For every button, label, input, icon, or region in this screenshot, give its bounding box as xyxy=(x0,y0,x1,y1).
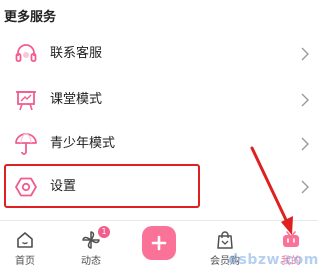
settings-highlight-box xyxy=(4,164,200,208)
chevron-right-icon xyxy=(301,180,309,194)
watermark: dsbzw.com xyxy=(228,252,319,268)
menu-item-label: 课堂模式 xyxy=(50,92,103,107)
headset-icon xyxy=(15,44,37,62)
umbrella-icon xyxy=(15,133,37,155)
tab-dynamic[interactable]: 1 动态 xyxy=(66,221,116,270)
chevron-right-icon xyxy=(301,93,309,107)
tab-label: 动态 xyxy=(81,256,101,267)
menu-item-customer-service[interactable]: 联系客服 xyxy=(0,32,318,76)
menu-item-classroom-mode[interactable]: 课堂模式 xyxy=(0,78,318,122)
home-icon xyxy=(17,232,33,248)
chevron-right-icon xyxy=(301,47,309,61)
plus-icon xyxy=(151,235,167,251)
chevron-right-icon xyxy=(301,137,309,151)
menu-item-teen-mode[interactable]: 青少年模式 xyxy=(0,122,318,166)
classroom-icon xyxy=(16,91,36,111)
publish-button[interactable] xyxy=(142,226,176,260)
tab-home[interactable]: 首页 xyxy=(0,221,50,270)
notification-badge: 1 xyxy=(98,226,110,238)
shopping-bag-icon xyxy=(217,231,233,249)
section-title: 更多服务 xyxy=(4,10,57,25)
menu-item-label: 青少年模式 xyxy=(50,136,116,151)
menu-item-label: 联系客服 xyxy=(50,46,103,61)
tv-icon xyxy=(283,231,299,247)
tab-label: 首页 xyxy=(15,256,35,267)
